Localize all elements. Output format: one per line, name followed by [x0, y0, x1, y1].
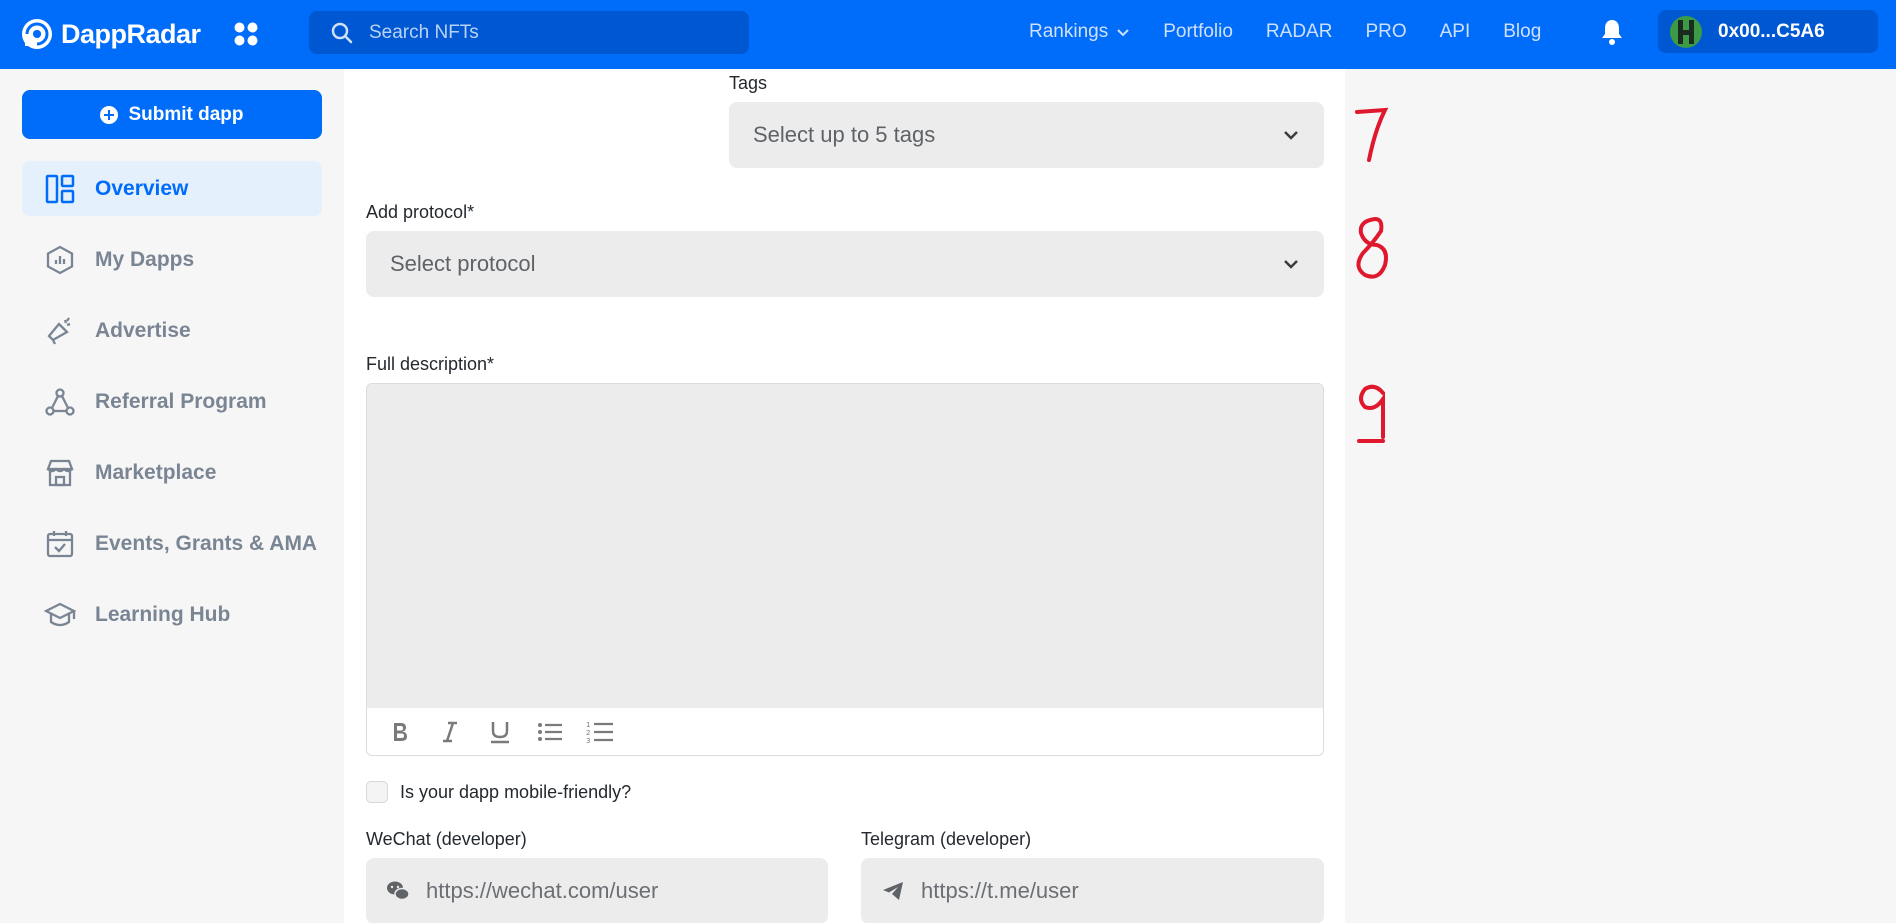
search-icon	[331, 22, 353, 43]
sidebar-item-learning-hub[interactable]: Learning Hub	[22, 587, 322, 642]
plus-circle-icon	[100, 105, 119, 124]
submit-dapp-form: Tags Select up to 5 tags Add protocol* S…	[344, 69, 1345, 923]
annotation-digit-7	[1355, 107, 1389, 162]
submit-dapp-button[interactable]: Submit dapp	[22, 90, 322, 139]
telegram-icon	[881, 879, 905, 903]
top-navbar: DappRadar Rankings Portfolio RADAR PRO A…	[0, 0, 1896, 69]
svg-text:3: 3	[586, 737, 590, 744]
main-nav: Rankings Portfolio RADAR PRO API Blog	[1029, 0, 1541, 63]
sidebar: Submit dapp Overview My Dapps Advertise …	[0, 69, 344, 923]
bell-icon[interactable]	[1597, 17, 1627, 47]
mobile-friendly-checkbox[interactable]	[366, 781, 388, 803]
sidebar-item-events-grants-ama[interactable]: Events, Grants & AMA	[22, 516, 322, 571]
chevron-down-icon	[1284, 131, 1298, 140]
annotation-digit-9	[1357, 384, 1385, 443]
sidebar-menu: Overview My Dapps Advertise Referral Pro…	[22, 161, 322, 658]
bullet-list-button[interactable]	[525, 712, 575, 752]
annotation-digit-8	[1356, 216, 1388, 279]
bold-icon	[394, 723, 407, 741]
radar-logo-icon	[22, 19, 52, 49]
search-bar	[309, 11, 749, 54]
sidebar-item-marketplace[interactable]: Marketplace	[22, 445, 322, 500]
network-icon	[44, 386, 76, 418]
description-textarea[interactable]	[367, 384, 1323, 708]
brand-name: DappRadar	[61, 18, 201, 49]
megaphone-icon	[44, 315, 76, 347]
mobile-friendly-label: Is your dapp mobile-friendly?	[400, 781, 632, 802]
nav-pro[interactable]: PRO	[1365, 21, 1406, 43]
underline-button[interactable]	[475, 712, 525, 752]
nav-rankings[interactable]: Rankings	[1029, 21, 1130, 43]
sidebar-item-overview[interactable]: Overview	[22, 161, 322, 216]
chevron-down-icon	[1284, 260, 1298, 269]
sidebar-item-advertise[interactable]: Advertise	[22, 303, 322, 358]
chevron-down-icon	[1117, 28, 1129, 36]
protocol-select[interactable]: Select protocol	[366, 231, 1324, 297]
telegram-input[interactable]	[921, 878, 1281, 904]
svg-text:2: 2	[586, 729, 590, 737]
description-editor: 123	[366, 383, 1324, 756]
telegram-field	[861, 858, 1324, 923]
wechat-input[interactable]	[426, 878, 786, 904]
sidebar-item-my-dapps[interactable]: My Dapps	[22, 232, 322, 287]
italic-button[interactable]	[425, 712, 475, 752]
numbered-list-button[interactable]: 123	[575, 712, 625, 752]
wechat-field	[366, 858, 828, 923]
wallet-address: 0x00...C5A6	[1718, 20, 1825, 42]
bullet-list-icon	[538, 723, 562, 741]
wallet-button[interactable]: 0x00...C5A6	[1658, 10, 1878, 53]
nav-blog[interactable]: Blog	[1503, 21, 1541, 43]
store-icon	[44, 457, 76, 489]
graduation-cap-icon	[44, 599, 76, 631]
svg-text:1: 1	[586, 721, 590, 729]
bold-button[interactable]	[375, 712, 425, 752]
nav-api[interactable]: API	[1440, 21, 1471, 43]
apps-grid-icon	[234, 22, 258, 46]
wechat-label: WeChat (developer)	[366, 829, 527, 849]
italic-icon	[443, 721, 457, 743]
numbered-list-icon: 123	[586, 721, 613, 744]
calendar-check-icon	[44, 528, 76, 560]
overview-icon	[44, 173, 76, 205]
editor-toolbar: 123	[367, 708, 1323, 755]
nav-radar[interactable]: RADAR	[1266, 21, 1333, 43]
avatar	[1670, 15, 1702, 48]
tags-label: Tags	[729, 73, 768, 93]
apps-grid-button[interactable]	[230, 18, 262, 50]
sidebar-item-referral-program[interactable]: Referral Program	[22, 374, 322, 429]
tags-select[interactable]: Select up to 5 tags	[729, 102, 1324, 168]
protocol-label: Add protocol*	[366, 202, 475, 222]
description-label: Full description*	[366, 354, 495, 374]
mobile-friendly-row: Is your dapp mobile-friendly?	[366, 781, 631, 803]
dappradar-logo[interactable]: DappRadar	[21, 16, 201, 52]
nav-portfolio[interactable]: Portfolio	[1163, 21, 1233, 43]
telegram-label: Telegram (developer)	[861, 829, 1032, 849]
search-input[interactable]	[369, 21, 729, 44]
underline-icon	[491, 722, 509, 744]
hexagon-chart-icon	[44, 244, 76, 276]
wechat-icon	[386, 879, 410, 903]
